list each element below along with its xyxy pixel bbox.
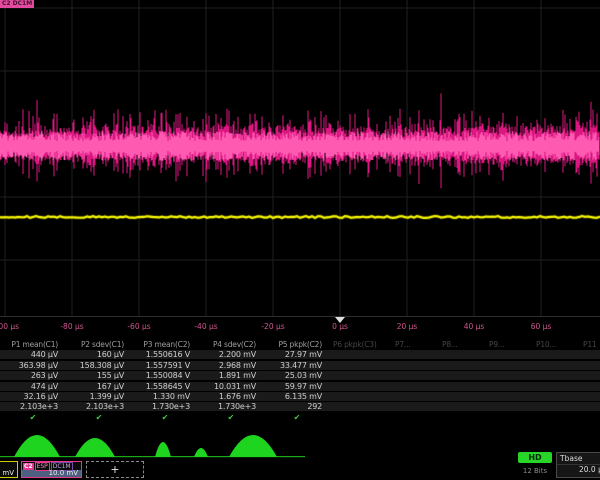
measurement-value: 1.399 µV: [66, 392, 132, 401]
measurement-value: 1.550084 V: [132, 371, 198, 380]
oscilloscope-screen: C2 DC1M -100 µs -80 µs -60 µs -40 µs -20 µs 0…: [0, 0, 600, 480]
adc-bits-label: 12 Bits: [518, 467, 552, 475]
measurement-column-header[interactable]: P4 sdev(C2): [198, 340, 264, 349]
measurement-value: 155 µV: [66, 371, 132, 380]
histicon-peak: [229, 435, 277, 457]
measurement-value: 10.031 mV: [198, 382, 264, 391]
measurement-status-ok-icon: ✔: [198, 413, 264, 422]
measurement-value: 2.103e+3: [0, 402, 66, 411]
measurement-value: 2.968 mV: [198, 361, 264, 370]
time-axis-label: 20 µs: [397, 322, 418, 331]
measurement-value: 263 µV: [0, 371, 66, 380]
time-axis-label: -60 µs: [127, 322, 150, 331]
waveform-display[interactable]: [0, 0, 600, 318]
measurement-value: 1.550616 V: [132, 350, 198, 359]
timebase-descriptor[interactable]: Tbase 20.0 µs/div: [556, 452, 600, 478]
measurement-column-header[interactable]: P1 mean(C1): [0, 340, 66, 349]
measurement-column-header[interactable]: P9...: [486, 340, 533, 349]
measurement-value: 160 µV: [66, 350, 132, 359]
time-axis-label: -80 µs: [60, 322, 83, 331]
graticule: [0, 0, 600, 318]
measurement-value: 1.730e+3: [198, 402, 264, 411]
measurement-value: 1.558645 V: [132, 382, 198, 391]
channel-c2-label: C2: [23, 463, 34, 470]
measurement-value: 1.330 mV: [132, 392, 198, 401]
measurement-column-header[interactable]: P11: [580, 340, 600, 349]
histicon-peak: [194, 448, 208, 457]
c2-esp-badge: ESP: [35, 462, 50, 471]
time-axis-label: 40 µs: [464, 322, 485, 331]
time-axis: -100 µs -80 µs -60 µs -40 µs -20 µs 0 µs 20 µs…: [0, 318, 600, 335]
measurement-value: 167 µV: [66, 382, 132, 391]
measurement-value: 25.03 mV: [264, 371, 330, 380]
timebase-value: 20.0 µs/div: [557, 465, 600, 474]
measurement-column-header[interactable]: P7...: [392, 340, 439, 349]
measurement-table: P1 mean(C1)P2 sdev(C1)P3 mean(C2)P4 sdev…: [0, 340, 600, 423]
measurement-value: 59.97 mV: [264, 382, 330, 391]
measurement-value: 27.97 mV: [264, 350, 330, 359]
channel-c1-descriptor[interactable]: C1 DC1M 10.0 mV: [0, 461, 18, 478]
measurement-value: 363.98 µV: [0, 361, 66, 370]
trigger-position-marker[interactable]: [335, 317, 345, 323]
timebase-title: Tbase: [557, 453, 600, 465]
channel-c2-descriptor[interactable]: C2 ESP DC1M 10.0 mV: [21, 461, 82, 478]
measurement-value: 1.730e+3: [132, 402, 198, 411]
measurement-status-ok-icon: ✔: [132, 413, 198, 422]
measurement-value: 6.135 mV: [264, 392, 330, 401]
measurement-column-header[interactable]: P10...: [533, 340, 580, 349]
measurement-value: 474 µV: [0, 382, 66, 391]
measurement-value: 32.16 µV: [0, 392, 66, 401]
measurement-status-ok-icon: ✔: [0, 413, 66, 422]
measurement-value: 1.891 mV: [198, 371, 264, 380]
hd-mode-badge[interactable]: HD: [518, 452, 552, 463]
measurement-value: 2.200 mV: [198, 350, 264, 359]
c1-volts-per-div: 10.0 mV: [0, 470, 17, 477]
trace-descriptor-badge[interactable]: C2 DC1M: [0, 0, 34, 8]
time-axis-label: -100 µs: [0, 322, 19, 331]
measurement-column-header[interactable]: P6 pkpk(C3): [330, 340, 392, 349]
measurement-value: 1.557591 V: [132, 361, 198, 370]
measurement-value: 33.477 mV: [264, 361, 330, 370]
measurement-status-ok-icon: ✔: [66, 413, 132, 422]
bottom-toolbar: C1 DC1M 10.0 mV C2 ESP DC1M 10.0 mV +: [0, 460, 600, 480]
measurement-column-header[interactable]: P2 sdev(C1): [66, 340, 132, 349]
measurement-value: 158.308 µV: [66, 361, 132, 370]
histicon-peak: [155, 442, 171, 457]
measurement-column-header[interactable]: P5 pkpk(C2): [264, 340, 330, 349]
add-channel-button[interactable]: +: [86, 461, 144, 478]
measurement-value: 1.676 mV: [198, 392, 264, 401]
time-axis-label: 0 µs: [332, 322, 348, 331]
measurement-histicons: [0, 433, 600, 459]
time-axis-label: -40 µs: [194, 322, 217, 331]
measurement-value: 2.103e+3: [66, 402, 132, 411]
time-axis-label: -20 µs: [261, 322, 284, 331]
measurement-column-header[interactable]: P3 mean(C2): [132, 340, 198, 349]
time-axis-label: 60 µs: [531, 322, 552, 331]
histicon-peak: [75, 438, 115, 457]
histicon-peak: [14, 435, 60, 457]
measurement-column-header[interactable]: P8...: [439, 340, 486, 349]
measurement-value: 440 µV: [0, 350, 66, 359]
plus-icon: +: [110, 463, 119, 476]
c2-volts-per-div: 10.0 mV: [22, 470, 81, 477]
measurement-value: 292: [264, 402, 330, 411]
measurement-status-ok-icon: ✔: [264, 413, 330, 422]
